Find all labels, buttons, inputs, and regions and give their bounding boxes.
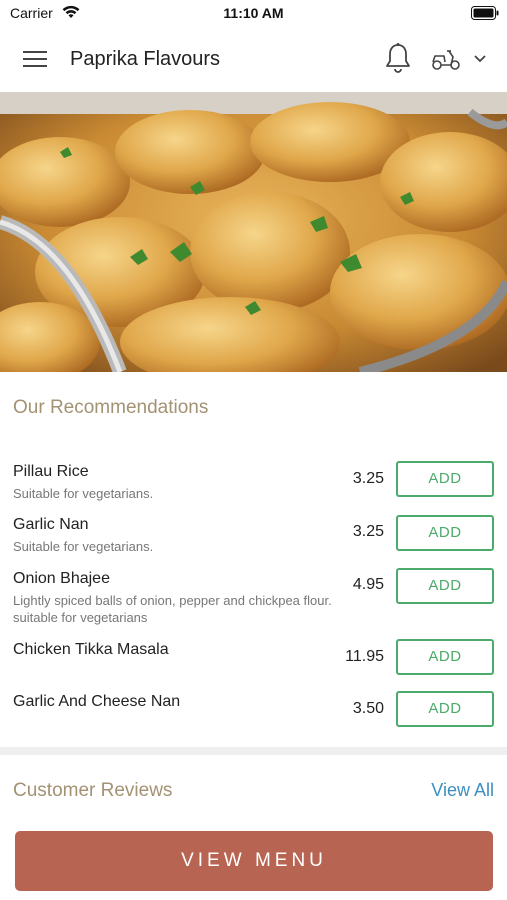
delivery-scooter-icon[interactable]: [430, 46, 462, 72]
recommendations-title: Our Recommendations: [13, 397, 209, 418]
add-button[interactable]: ADD: [396, 568, 494, 604]
view-menu-button[interactable]: VIEW MENU: [15, 831, 493, 891]
item-name: Garlic Nan: [13, 516, 89, 533]
item-description: Suitable for vegetarians.: [13, 539, 154, 554]
item-name: Onion Bhajee: [13, 570, 110, 587]
add-button[interactable]: ADD: [396, 515, 494, 551]
item-description: Lightly spiced balls of onion, pepper an…: [13, 593, 332, 625]
hero-food-image: [0, 92, 507, 372]
status-bar: Carrier 11:10 AM: [0, 0, 507, 26]
item-price: 4.95: [352, 576, 384, 593]
page-title: Paprika Flavours: [70, 48, 221, 70]
clock: 11:10 AM: [223, 5, 284, 21]
item-price: 3.50: [352, 700, 384, 717]
item-name: Pillau Rice: [13, 463, 89, 480]
section-divider: [0, 747, 507, 755]
item-description: Suitable for vegetarians.: [13, 486, 154, 501]
add-button[interactable]: ADD: [396, 639, 494, 675]
item-price: 11.95: [345, 648, 384, 665]
battery-icon: [471, 6, 499, 20]
reviews-title: Customer Reviews: [13, 780, 173, 801]
hamburger-menu-icon[interactable]: [22, 48, 48, 70]
item-name: Garlic And Cheese Nan: [13, 693, 181, 710]
add-button[interactable]: ADD: [396, 461, 494, 497]
view-all-link[interactable]: View All: [431, 780, 494, 801]
chevron-down-icon[interactable]: [472, 52, 488, 66]
item-name: Chicken Tikka Masala: [13, 641, 169, 658]
add-button[interactable]: ADD: [396, 691, 494, 727]
item-price: 3.25: [352, 523, 384, 540]
app-header: Paprika Flavours: [0, 26, 507, 92]
bell-icon[interactable]: [383, 42, 413, 74]
item-price: 3.25: [352, 470, 384, 487]
